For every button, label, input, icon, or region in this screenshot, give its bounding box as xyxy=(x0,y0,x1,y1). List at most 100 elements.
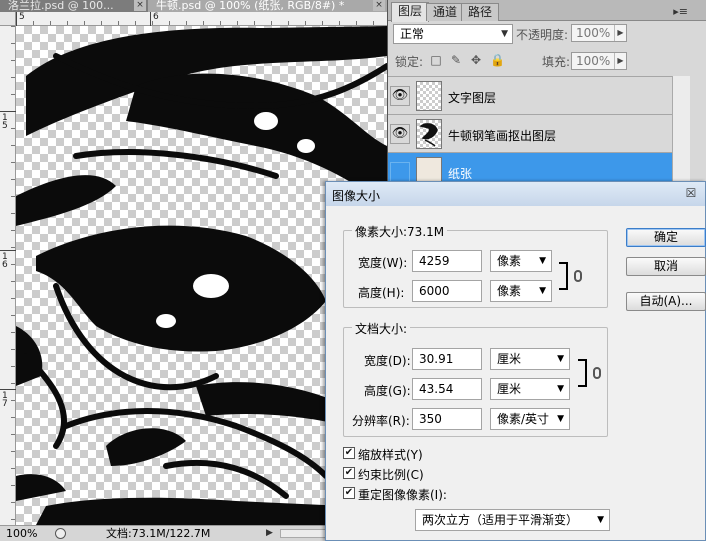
ruler-major-tick xyxy=(16,12,17,26)
ruler-label: 1 6 xyxy=(2,252,8,270)
eye-icon[interactable]: 👁 xyxy=(390,124,410,144)
blend-mode-value: 正常 xyxy=(400,27,425,41)
close-icon[interactable]: × xyxy=(134,0,146,11)
close-icon[interactable]: ☒ xyxy=(683,186,699,202)
ruler-label: 5 xyxy=(19,12,25,22)
pixel-width-input[interactable]: 4259 xyxy=(412,250,482,272)
resolution-label: 分辨率(R): xyxy=(352,414,410,428)
document-tab-label: 洛兰拉.psd @ 100... xyxy=(8,0,114,12)
resample-image-checkbox-row[interactable]: ✔ 重定图像像素(I): xyxy=(343,486,503,502)
document-tab-newton[interactable]: 牛顿.psd @ 100% (纸张, RGB/8#) * × xyxy=(148,0,387,12)
opacity-label: 不透明度: xyxy=(516,28,569,42)
close-icon[interactable]: × xyxy=(373,0,385,11)
document-tab-lauren[interactable]: 洛兰拉.psd @ 100... × xyxy=(0,0,148,12)
blend-mode-select[interactable]: 正常 ▼ xyxy=(393,24,513,44)
status-info-icon[interactable] xyxy=(55,528,66,539)
chevron-down-icon: ▼ xyxy=(501,29,508,39)
horizontal-scrollbar[interactable] xyxy=(280,529,328,538)
doc-width-label: 宽度(D): xyxy=(364,354,411,368)
unit-value: 像素 xyxy=(497,284,522,298)
lock-all-icon[interactable]: 🔒 xyxy=(490,53,505,67)
resample-method-select[interactable]: 两次立方（适用于平滑渐变） ▼ xyxy=(415,509,610,531)
chevron-down-icon: ▼ xyxy=(557,414,564,424)
document-size-title: 文档大小: xyxy=(352,320,411,337)
play-arrow-icon[interactable]: ▶ xyxy=(266,526,273,541)
layer-name: 牛顿钢笔画抠出图层 xyxy=(448,129,557,143)
constrain-link-bracket xyxy=(559,262,568,290)
unit-value: 像素 xyxy=(497,254,522,268)
pixel-height-unit-select[interactable]: 像素 ▼ xyxy=(490,280,552,302)
doc-height-label: 高度(G): xyxy=(364,384,411,398)
pixel-width-label: 宽度(W): xyxy=(358,256,408,270)
chevron-down-icon: ▼ xyxy=(539,256,546,266)
tab-layers[interactable]: 图层 xyxy=(391,2,430,22)
document-tab-label: 牛顿.psd @ 100% (纸张, RGB/8#) * xyxy=(156,0,345,12)
chevron-down-icon: ▼ xyxy=(557,384,564,394)
ruler-major-tick xyxy=(150,12,151,26)
constrain-link-bracket xyxy=(578,359,587,387)
lock-transparency-icon[interactable]: □ xyxy=(429,53,443,67)
zoom-level[interactable]: 100% xyxy=(6,526,37,541)
chevron-right-icon[interactable]: ▶ xyxy=(614,25,626,41)
scale-styles-checkbox[interactable]: ✔ xyxy=(343,447,355,459)
chevron-down-icon: ▼ xyxy=(557,354,564,364)
fill-input[interactable]: 100% ▶ xyxy=(571,52,627,70)
dialog-title: 图像大小 xyxy=(332,189,381,203)
constrain-proportions-checkbox[interactable]: ✔ xyxy=(343,467,355,479)
lock-position-icon[interactable]: ✥ xyxy=(469,53,483,67)
ruler-origin[interactable] xyxy=(0,12,16,26)
ruler-major-tick xyxy=(0,111,16,112)
doc-width-input[interactable]: 30.91 xyxy=(412,348,482,370)
pixel-height-label: 高度(H): xyxy=(358,286,405,300)
resolution-input[interactable]: 350 xyxy=(412,408,482,430)
ok-button[interactable]: 确定 xyxy=(626,228,706,247)
resample-image-label: 重定图像像素(I): xyxy=(358,488,447,502)
doc-height-input[interactable]: 43.54 xyxy=(412,378,482,400)
panel-tab-bar: 图层 通道 路径 ▸≡ xyxy=(388,0,706,22)
layer-name: 纸张 xyxy=(448,167,473,181)
ruler-label: 1 5 xyxy=(2,113,8,131)
scale-styles-label: 缩放样式(Y) xyxy=(358,448,423,462)
chevron-down-icon: ▼ xyxy=(539,286,546,296)
opacity-input[interactable]: 100% ▶ xyxy=(571,24,627,42)
doc-width-unit-select[interactable]: 厘米 ▼ xyxy=(490,348,570,370)
panel-menu-icon[interactable]: ▸≡ xyxy=(673,5,688,18)
vertical-ruler[interactable]: 1 5 1 6 1 7 xyxy=(0,26,16,525)
pixel-dimensions-title: 像素大小:73.1M xyxy=(352,223,448,240)
pixel-width-unit-select[interactable]: 像素 ▼ xyxy=(490,250,552,272)
unit-value: 像素/英寸 xyxy=(497,412,550,426)
ruler-label: 1 7 xyxy=(2,391,8,409)
layer-row-text[interactable]: 👁 文字图层 xyxy=(388,76,672,114)
constrain-proportions-label: 约束比例(C) xyxy=(358,468,424,482)
link-chain-icon xyxy=(593,367,601,379)
fill-value: 100% xyxy=(576,54,611,68)
fill-label: 填充: xyxy=(542,55,571,69)
doc-height-unit-select[interactable]: 厘米 ▼ xyxy=(490,378,570,400)
layer-thumbnail xyxy=(416,119,442,149)
pixel-height-input[interactable]: 6000 xyxy=(412,280,482,302)
chevron-down-icon: ▼ xyxy=(597,515,604,525)
document-tab-bar: 洛兰拉.psd @ 100... × 牛顿.psd @ 100% (纸张, RG… xyxy=(0,0,387,12)
tab-channels[interactable]: 通道 xyxy=(426,3,465,21)
dialog-titlebar[interactable]: 图像大小 ☒ xyxy=(326,182,705,206)
lock-pixels-icon[interactable]: ✎ xyxy=(449,53,463,67)
link-chain-icon xyxy=(574,270,582,282)
horizontal-ruler[interactable]: 5 6 xyxy=(16,12,387,26)
document-size-info[interactable]: 文档:73.1M/122.7M xyxy=(106,526,210,541)
eye-icon[interactable] xyxy=(390,162,410,182)
ruler-label: 6 xyxy=(153,12,159,22)
resolution-unit-select[interactable]: 像素/英寸 ▼ xyxy=(490,408,570,430)
image-size-dialog: 图像大小 ☒ 像素大小:73.1M 宽度(W): 4259 像素 ▼ 高度(H)… xyxy=(325,181,706,541)
status-bar: 100% 文档:73.1M/122.7M ▶ xyxy=(0,525,330,541)
auto-button[interactable]: 自动(A)... xyxy=(626,292,706,311)
vertical-scrollbar[interactable] xyxy=(672,76,690,184)
resample-image-checkbox[interactable]: ✔ xyxy=(343,487,355,499)
chevron-right-icon[interactable]: ▶ xyxy=(614,53,626,69)
scale-styles-checkbox-row[interactable]: ✔ 缩放样式(Y) xyxy=(343,446,463,462)
unit-value: 厘米 xyxy=(497,352,522,366)
layer-row-sketch[interactable]: 👁 牛顿钢笔画抠出图层 xyxy=(388,114,672,152)
constrain-proportions-checkbox-row[interactable]: ✔ 约束比例(C) xyxy=(343,466,463,482)
cancel-button[interactable]: 取消 xyxy=(626,257,706,276)
eye-icon[interactable]: 👁 xyxy=(390,86,410,106)
tab-paths[interactable]: 路径 xyxy=(461,3,500,21)
